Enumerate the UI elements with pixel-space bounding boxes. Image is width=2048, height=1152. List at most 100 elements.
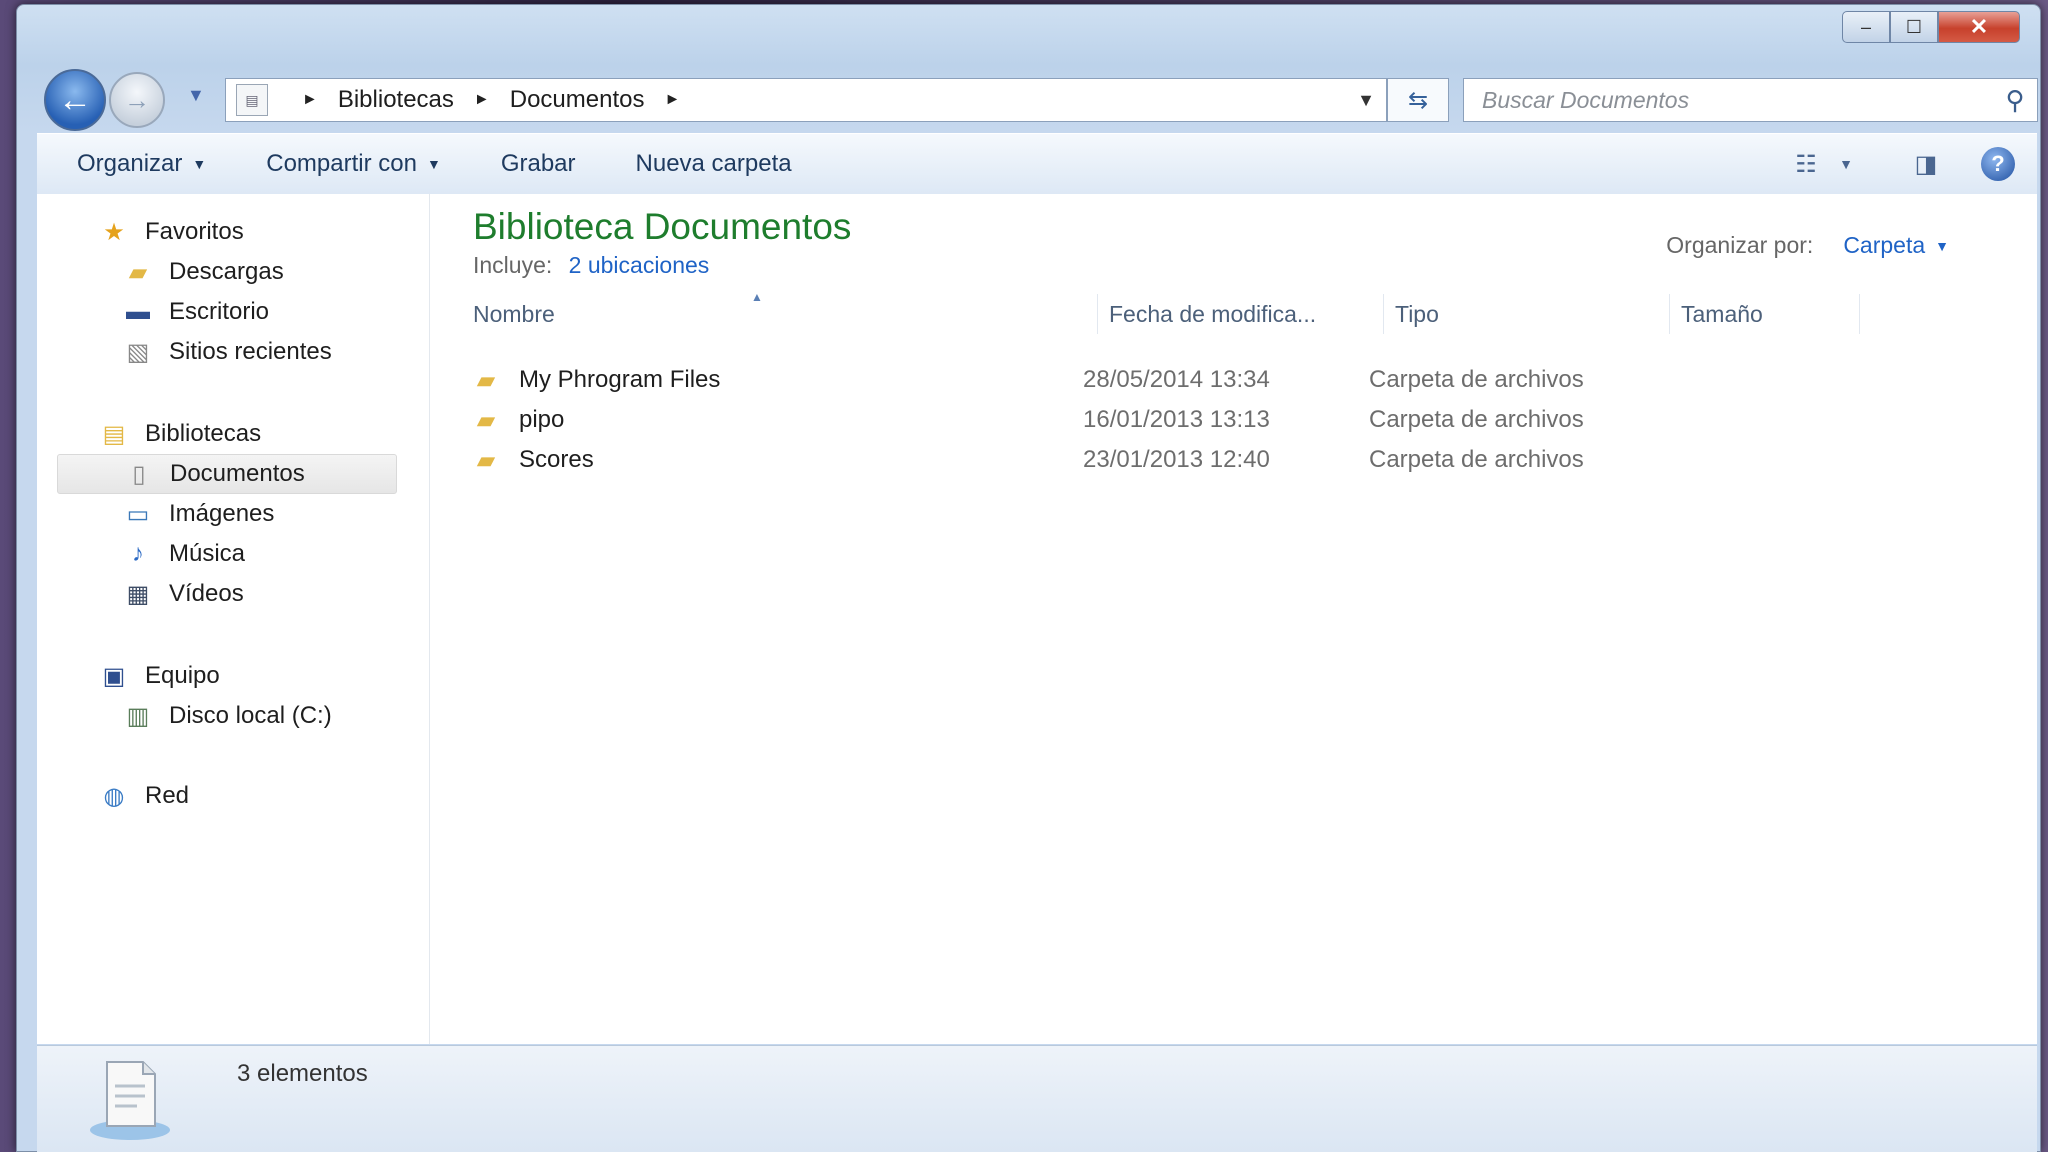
sidebar-item-bibliotecas[interactable]: ▤ Bibliotecas xyxy=(37,414,429,454)
file-type: Carpeta de archivos xyxy=(1369,406,1584,433)
column-header-nombre[interactable]: Nombre xyxy=(473,294,923,334)
address-bar[interactable]: ▤ ► Bibliotecas ► Documentos ► ▼ xyxy=(225,78,1387,122)
sidebar-item-label: Descargas xyxy=(169,258,284,285)
sidebar-item-favoritos[interactable]: ★ Favoritos xyxy=(37,212,429,252)
search-input[interactable] xyxy=(1464,78,1993,122)
favorites-group: ★ Favoritos ▰ Descargas ▬ Escritorio ▧ S… xyxy=(37,212,429,372)
includes-label: Incluye: xyxy=(473,252,553,278)
sidebar-item-disco-local[interactable]: ▥ Disco local (C:) xyxy=(37,696,429,736)
desktop-icon: ▬ xyxy=(126,298,150,325)
column-header-fecha[interactable]: Fecha de modifica... xyxy=(1109,294,1369,334)
column-divider[interactable] xyxy=(1669,294,1670,334)
chevron-down-icon: ▼ xyxy=(426,156,441,172)
sidebar-item-label: Vídeos xyxy=(169,580,244,607)
arrange-by: Organizar por: Carpeta ▼ xyxy=(1666,232,1949,259)
organize-label: Organizar xyxy=(77,150,183,177)
maximize-button[interactable]: ☐ xyxy=(1890,11,1938,43)
sidebar-item-label: Imágenes xyxy=(169,500,275,527)
preview-pane-icon[interactable]: ◨ xyxy=(1901,150,1951,179)
chevron-down-icon[interactable]: ▼ xyxy=(1935,238,1949,254)
navigation-pane: ★ Favoritos ▰ Descargas ▬ Escritorio ▧ S… xyxy=(37,194,430,1044)
pictures-icon: ▭ xyxy=(126,500,150,528)
page-title: Biblioteca Documentos xyxy=(473,206,852,247)
file-date: 28/05/2014 13:34 xyxy=(1083,366,1270,393)
documents-icon: ▯ xyxy=(132,460,146,488)
network-group: ◍ Red xyxy=(37,776,429,816)
organize-button[interactable]: Organizar ▼ xyxy=(57,150,226,178)
search-icon[interactable]: ⚲ xyxy=(1993,85,2037,116)
file-row[interactable]: ▰ My Phrogram Files 28/05/2014 13:34 Carp… xyxy=(469,360,1869,400)
libraries-icon: ▤ xyxy=(102,420,126,448)
file-row[interactable]: ▰ Scores 23/01/2013 12:40 Carpeta de arch… xyxy=(469,440,1869,480)
downloads-folder-icon: ▰ xyxy=(128,258,148,286)
column-divider[interactable] xyxy=(1383,294,1384,334)
forward-button[interactable]: → xyxy=(109,72,165,128)
command-bar: Organizar ▼ Compartir con ▼ Grabar Nueva c… xyxy=(37,133,2037,195)
help-icon[interactable]: ? xyxy=(1981,147,2015,181)
sidebar-item-descargas[interactable]: ▰ Descargas xyxy=(37,252,429,292)
refresh-button[interactable]: ⇆ xyxy=(1387,78,1449,122)
explorer-window: – ☐ ✕ ← → ▼ ▤ ► Bibliotecas ► Documentos… xyxy=(16,4,2041,1152)
sidebar-item-label: Música xyxy=(169,540,246,567)
sidebar-item-sitios-recientes[interactable]: ▧ Sitios recientes xyxy=(37,332,429,372)
column-header-tipo[interactable]: Tipo xyxy=(1395,294,1655,334)
sidebar-item-videos[interactable]: ▦ Vídeos xyxy=(37,574,429,614)
sidebar-item-label: Sitios recientes xyxy=(169,338,332,365)
library-includes: Incluye: 2 ubicaciones xyxy=(473,252,709,279)
folder-icon: ▰ xyxy=(476,446,496,474)
file-type: Carpeta de archivos xyxy=(1369,446,1584,473)
burn-button[interactable]: Grabar xyxy=(481,150,596,178)
videos-icon: ▦ xyxy=(126,580,150,608)
explorer-body: ★ Favoritos ▰ Descargas ▬ Escritorio ▧ S… xyxy=(37,194,2037,1044)
sidebar-item-label: Favoritos xyxy=(145,218,244,245)
minimize-button[interactable]: – xyxy=(1842,11,1890,43)
close-button[interactable]: ✕ xyxy=(1938,11,2020,43)
sidebar-item-imagenes[interactable]: ▭ Imágenes xyxy=(37,494,429,534)
back-arrow-icon: ← xyxy=(58,80,92,119)
library-document-icon xyxy=(90,1061,170,1140)
item-count: 3 elementos xyxy=(237,1060,368,1087)
address-dropdown-icon[interactable]: ▼ xyxy=(1346,79,1386,121)
back-button[interactable]: ← xyxy=(44,69,106,131)
arrange-by-label: Organizar por: xyxy=(1666,232,1814,258)
computer-icon: ▣ xyxy=(102,662,126,690)
file-list-pane: Biblioteca Documentos Incluye: 2 ubicaci… xyxy=(429,194,2037,1044)
file-row[interactable]: ▰ pipo 16/01/2013 13:13 Carpeta de archiv… xyxy=(469,400,1869,440)
sidebar-item-equipo[interactable]: ▣ Equipo xyxy=(37,656,429,696)
forward-arrow-icon: → xyxy=(124,84,150,115)
chevron-down-icon: ▼ xyxy=(192,156,207,172)
breadcrumb-documentos[interactable]: Documentos xyxy=(510,86,645,114)
file-name: My Phrogram Files xyxy=(519,366,721,393)
column-header-tamano[interactable]: Tamaño xyxy=(1681,294,1861,334)
network-icon: ◍ xyxy=(103,782,125,810)
new-folder-button[interactable]: Nueva carpeta xyxy=(616,150,812,178)
sidebar-item-label: Documentos xyxy=(170,460,305,487)
sidebar-item-documentos[interactable]: ▯ Documentos xyxy=(57,454,397,494)
details-pane: 3 elementos xyxy=(37,1045,2037,1152)
breadcrumb-separator-icon[interactable]: ► xyxy=(474,91,490,109)
share-with-button[interactable]: Compartir con ▼ xyxy=(246,150,461,178)
recent-pages-dropdown[interactable]: ▼ xyxy=(187,85,205,106)
sidebar-item-musica[interactable]: ♪ Música xyxy=(37,534,429,574)
arrange-by-dropdown[interactable]: Carpeta xyxy=(1843,232,1925,259)
share-label: Compartir con xyxy=(266,150,417,177)
refresh-icon: ⇆ xyxy=(1407,86,1429,114)
sidebar-item-label: Red xyxy=(145,782,190,809)
file-name: Scores xyxy=(519,446,594,473)
sidebar-item-red[interactable]: ◍ Red xyxy=(37,776,429,816)
breadcrumb-bibliotecas[interactable]: Bibliotecas xyxy=(338,86,454,114)
sidebar-item-escritorio[interactable]: ▬ Escritorio xyxy=(37,292,429,332)
file-type: Carpeta de archivos xyxy=(1369,366,1584,393)
view-options-icon[interactable]: ☷ xyxy=(1781,150,1831,179)
sidebar-item-label: Equipo xyxy=(145,662,220,689)
star-icon: ★ xyxy=(103,218,125,246)
caption-buttons: – ☐ ✕ xyxy=(1842,11,2020,43)
breadcrumb-separator-icon[interactable]: ► xyxy=(664,91,680,109)
chevron-down-icon[interactable]: ▼ xyxy=(1831,156,1861,172)
column-divider[interactable] xyxy=(1097,294,1098,334)
sidebar-item-label: Escritorio xyxy=(169,298,270,325)
breadcrumb-separator-icon[interactable]: ► xyxy=(302,91,318,109)
search-box[interactable]: ⚲ xyxy=(1463,78,2038,122)
locations-link[interactable]: 2 ubicaciones xyxy=(569,252,710,278)
column-divider[interactable] xyxy=(1859,294,1860,334)
